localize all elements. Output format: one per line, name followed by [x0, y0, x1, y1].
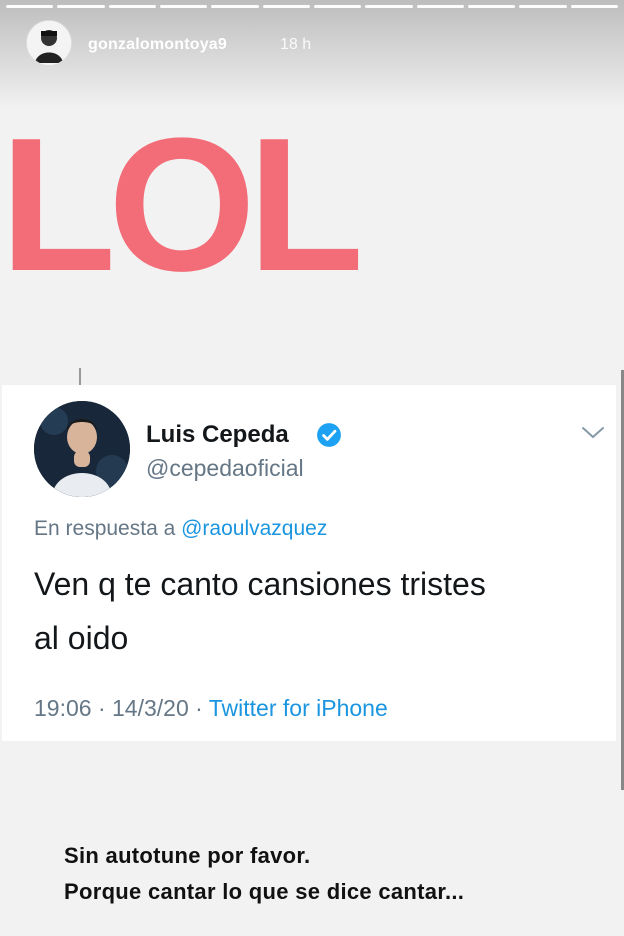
profile-photo-icon	[34, 401, 130, 497]
tweet-handle[interactable]: @cepedaoficial	[146, 455, 304, 482]
story-username[interactable]: gonzalomontoya9	[88, 36, 227, 54]
caption-line: Porque cantar lo que se dice cantar...	[64, 879, 465, 904]
story-avatar[interactable]	[26, 20, 72, 66]
tweet-body: Ven q te canto cansiones tristes al oido	[34, 557, 594, 665]
story-progress-bar	[6, 5, 618, 8]
tweet-timestamp[interactable]: 19:06 · 14/3/20 ·	[34, 695, 203, 721]
chevron-down-icon[interactable]	[580, 423, 606, 441]
story-caption: Sin autotune por favor. Porque cantar lo…	[64, 838, 464, 910]
reply-to-label: En respuesta a	[34, 517, 176, 540]
tweet-display-name[interactable]: Luis Cepeda	[146, 421, 289, 449]
profile-photo-icon	[27, 21, 71, 65]
tweet-card: Luis Cepeda @cepedaoficial En respuesta …	[2, 385, 616, 741]
story-header: gonzalomontoya9 18 h	[0, 0, 624, 110]
tweet-meta: 19:06 · 14/3/20 · Twitter for iPhone	[34, 695, 388, 722]
story-timestamp: 18 h	[280, 36, 312, 53]
tweet-text-line: Ven q te canto cansiones tristes	[34, 566, 486, 602]
tweet-text-line: al oido	[34, 620, 129, 656]
tweet-avatar[interactable]	[34, 401, 130, 497]
verified-badge-icon	[317, 423, 341, 447]
reply-to-line: En respuesta a @raoulvazquez	[34, 517, 327, 541]
tweet-source-link[interactable]: Twitter for iPhone	[209, 695, 388, 721]
lol-sticker-text: LOL	[0, 99, 364, 311]
reply-mention-link[interactable]: @raoulvazquez	[181, 517, 327, 540]
caption-line: Sin autotune por favor.	[64, 843, 311, 868]
